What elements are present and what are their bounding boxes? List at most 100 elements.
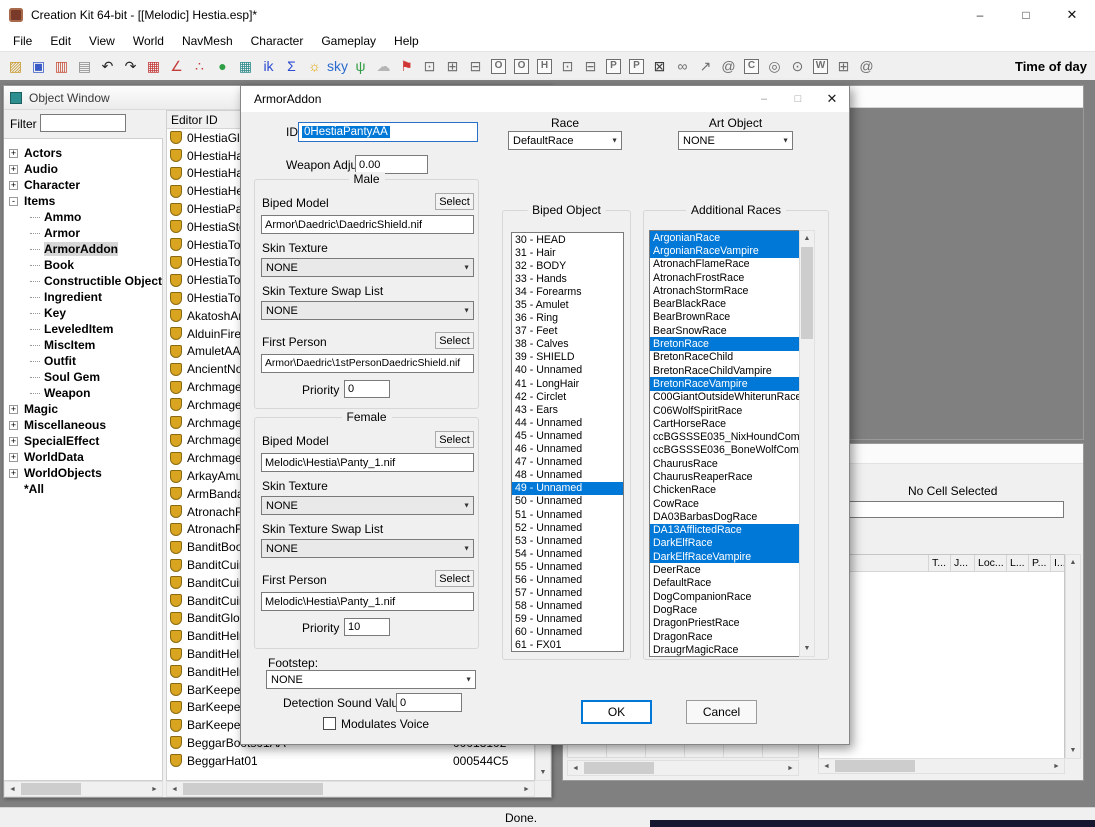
tree-item[interactable]: Weapon	[4, 385, 162, 401]
male-first-person-input[interactable]: Armor\Daedric\1stPersonDaedricShield.nif	[261, 354, 474, 373]
editor-id-row[interactable]: BeggarHat01 000544C5	[167, 752, 534, 770]
menu-item[interactable]: Character	[242, 32, 313, 50]
race-option[interactable]: DA03BarbasDogRace	[650, 510, 814, 523]
filter-input[interactable]	[40, 114, 126, 132]
race-option[interactable]: AtronachFlameRace	[650, 258, 814, 271]
object-palette-icon[interactable]: O	[487, 55, 510, 78]
race-option[interactable]: DA13AfflictedRace	[650, 524, 814, 537]
race-option[interactable]: BearBlackRace	[650, 297, 814, 310]
tree-expand-icon[interactable]: +	[9, 405, 18, 414]
grid-window-icon[interactable]: ⊞	[832, 55, 855, 78]
scroll-down-icon[interactable]: ▼	[800, 641, 814, 656]
tree-item[interactable]: Soul Gem	[4, 369, 162, 385]
tree-item[interactable]: + SpecialEffect	[4, 433, 162, 449]
female-swap-list-select[interactable]: NONE ▼	[261, 539, 474, 558]
race-option[interactable]: DarkElfRace	[650, 537, 814, 550]
race-option[interactable]: C06WolfSpiritRace	[650, 404, 814, 417]
menu-item[interactable]: World	[124, 32, 173, 50]
menu-item[interactable]: Edit	[41, 32, 80, 50]
scroll-down-icon[interactable]: ▼	[1066, 743, 1080, 758]
menu-item[interactable]: Help	[385, 32, 428, 50]
male-biped-model-select-button[interactable]: Select	[435, 193, 474, 210]
race-option[interactable]: C00GiantOutsideWhiterunRace	[650, 391, 814, 404]
male-first-person-select-button[interactable]: Select	[435, 332, 474, 349]
run-havok-sim-icon[interactable]: ●	[211, 55, 234, 78]
scroll-left-icon[interactable]: ◄	[167, 782, 182, 796]
biped-object-option[interactable]: 46 - Unnamed	[512, 443, 623, 456]
editor-list-horizontal-scrollbar[interactable]: ◄ ►	[166, 781, 535, 797]
race-option[interactable]: DragonPriestRace	[650, 617, 814, 630]
tree-item[interactable]: + Magic	[4, 401, 162, 417]
race-option[interactable]: AtronachFrostRace	[650, 271, 814, 284]
biped-object-option[interactable]: 41 - LongHair	[512, 377, 623, 390]
cell-table-horizontal-scrollbar[interactable]: ◄ ►	[818, 758, 1065, 774]
scroll-right-icon[interactable]: ►	[783, 761, 798, 775]
race-select[interactable]: DefaultRace ▼	[508, 131, 622, 150]
female-skin-texture-select[interactable]: NONE ▼	[261, 496, 474, 515]
tree-item[interactable]: + Character	[4, 177, 162, 193]
tree-item[interactable]: + Audio	[4, 161, 162, 177]
scroll-up-icon[interactable]: ▲	[1066, 555, 1080, 570]
snap-to-angle-icon[interactable]: ∠	[165, 55, 188, 78]
scroll-left-icon[interactable]: ◄	[568, 761, 583, 775]
tree-item[interactable]: Armor	[4, 225, 162, 241]
id-input[interactable]: 0HestiaPantyAA	[298, 122, 478, 142]
object-window-toggle-icon[interactable]: ⊟	[464, 55, 487, 78]
race-option[interactable]: ArgonianRace	[650, 231, 814, 244]
biped-object-option[interactable]: 38 - Calves	[512, 338, 623, 351]
tree-item[interactable]: Constructible Object	[4, 273, 162, 289]
scroll-right-icon[interactable]: ►	[1049, 759, 1064, 773]
maximize-button[interactable]: □	[1003, 0, 1049, 30]
render-window-icon[interactable]: ⊡	[418, 55, 441, 78]
papyrus-manager-icon[interactable]: P	[602, 55, 625, 78]
male-biped-model-input[interactable]: Armor\Daedric\DaedricShield.nif	[261, 215, 474, 234]
open-plugin-icon[interactable]: ▨	[4, 55, 27, 78]
race-option[interactable]: ArgonianRaceVampire	[650, 244, 814, 257]
biped-object-option[interactable]: 37 - Feet	[512, 325, 623, 338]
male-skin-texture-select[interactable]: NONE ▼	[261, 258, 474, 277]
tree-expand-icon[interactable]: +	[9, 469, 18, 478]
undo-icon[interactable]: ↶	[96, 55, 119, 78]
race-option[interactable]: BretonRaceChild	[650, 351, 814, 364]
biped-object-option[interactable]: 54 - Unnamed	[512, 547, 623, 560]
local-rotation-icon[interactable]: ∴	[188, 55, 211, 78]
male-swap-list-select[interactable]: NONE ▼	[261, 301, 474, 320]
scroll-right-icon[interactable]: ►	[147, 782, 162, 796]
menu-item[interactable]: NavMesh	[173, 32, 242, 50]
dialogue-icon[interactable]: ☁	[372, 55, 395, 78]
tree-expand-icon[interactable]: +	[9, 181, 18, 190]
race-option[interactable]: CowRace	[650, 497, 814, 510]
tree-expand-icon[interactable]: +	[9, 453, 18, 462]
biped-object-option[interactable]: 56 - Unnamed	[512, 573, 623, 586]
save-plugin-icon[interactable]: ▣	[27, 55, 50, 78]
tree-item[interactable]: + Actors	[4, 145, 162, 161]
race-option[interactable]: BretonRace	[650, 337, 814, 350]
race-option[interactable]: DogRace	[650, 603, 814, 616]
biped-object-option[interactable]: 55 - Unnamed	[512, 560, 623, 573]
material-editor-icon[interactable]: O	[510, 55, 533, 78]
biped-object-option[interactable]: 61 - FX01	[512, 639, 623, 652]
tree-item[interactable]: *All	[4, 481, 162, 497]
biped-object-option[interactable]: 48 - Unnamed	[512, 469, 623, 482]
scrollbar-thumb[interactable]	[584, 762, 654, 774]
ok-button[interactable]: OK	[581, 700, 652, 724]
tree-expand-icon[interactable]: +	[9, 421, 18, 430]
animation-icon[interactable]: Σ	[280, 55, 303, 78]
race-option[interactable]: BearSnowRace	[650, 324, 814, 337]
projectile-icon[interactable]: ↗	[694, 55, 717, 78]
race-option[interactable]: BretonRaceChildVampire	[650, 364, 814, 377]
tree-expand-icon[interactable]: -	[9, 197, 18, 206]
redo-icon[interactable]: ↷	[119, 55, 142, 78]
race-option[interactable]: ccBGSSSE036_BoneWolfCom	[650, 444, 814, 457]
scene-hierarchy-icon[interactable]: H	[533, 55, 556, 78]
papyrus-debug-icon[interactable]: P	[625, 55, 648, 78]
cell-view-icon[interactable]: ⊞	[441, 55, 464, 78]
link-icon[interactable]: ∞	[671, 55, 694, 78]
biped-object-option[interactable]: 53 - Unnamed	[512, 534, 623, 547]
biped-object-option[interactable]: 33 - Hands	[512, 272, 623, 285]
dialog-titlebar[interactable]: ArmorAddon – □ ✕	[241, 86, 849, 112]
warnings-icon[interactable]: ⚑	[395, 55, 418, 78]
race-option[interactable]: AtronachStormRace	[650, 284, 814, 297]
race-option[interactable]: DragonRace	[650, 630, 814, 643]
biped-object-option[interactable]: 49 - Unnamed	[512, 482, 623, 495]
